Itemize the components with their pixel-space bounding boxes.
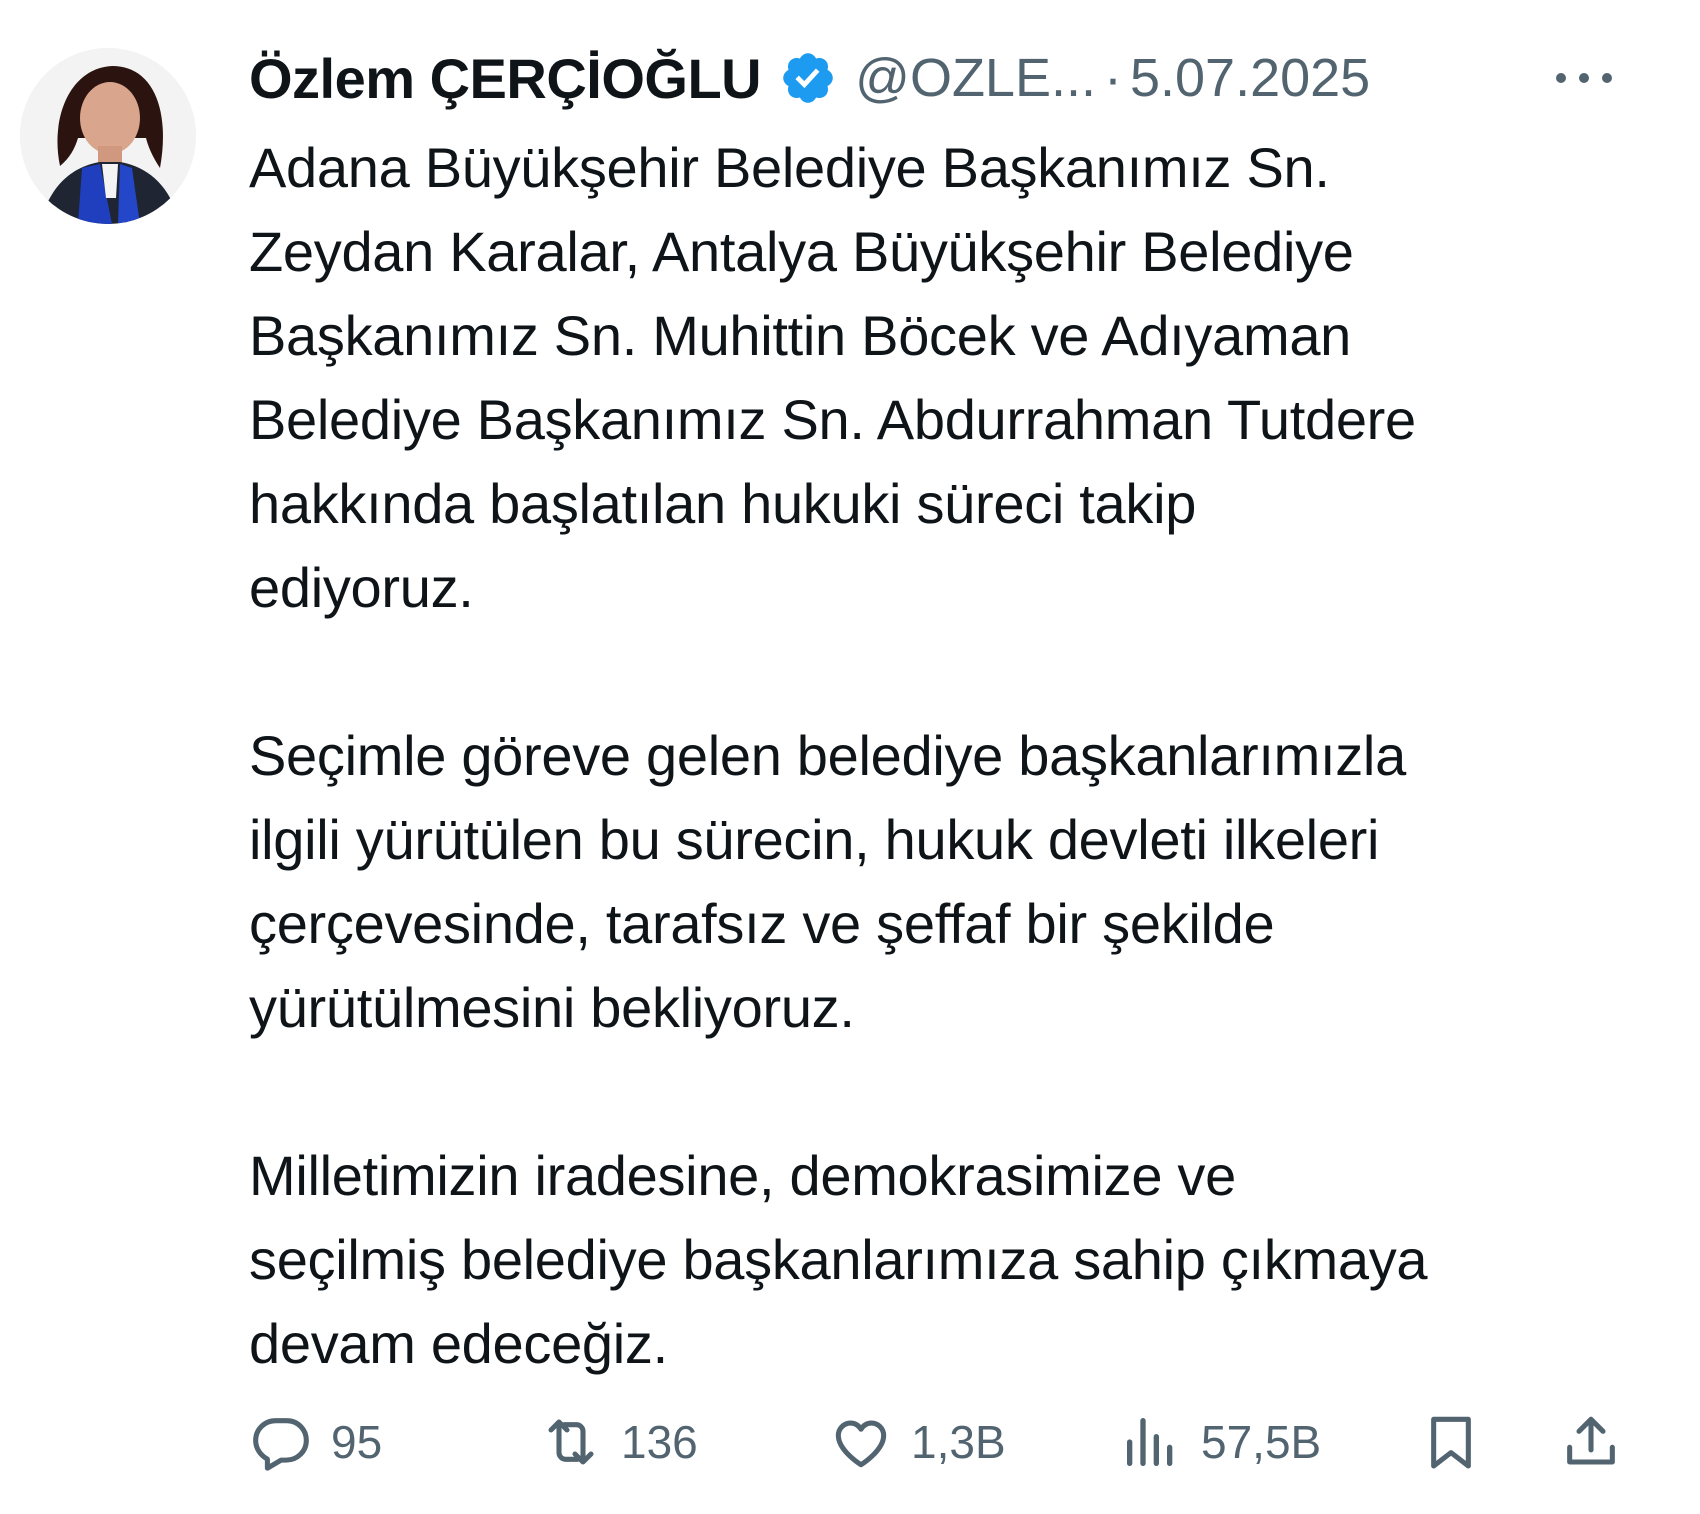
heart-icon	[829, 1410, 893, 1474]
reply-count: 95	[331, 1416, 383, 1468]
bookmark-icon	[1419, 1410, 1483, 1474]
tweet-date[interactable]: 5.07.2025	[1130, 47, 1370, 109]
tweet-paragraph-3: Milletimizin iradesine, demokrasimize ve…	[249, 1144, 1428, 1375]
like-count: 1,3B	[911, 1416, 1006, 1468]
tweet-body: Adana Büyükşehir Belediye Başkanımız Sn.…	[249, 126, 1649, 1386]
tweet-paragraph-2: Seçimle göreve gelen belediye başkanları…	[249, 724, 1406, 1039]
tweet-paragraph-1: Adana Büyükşehir Belediye Başkanımız Sn.…	[249, 136, 1416, 619]
author-handle[interactable]: @OZLE...	[855, 47, 1096, 109]
tweet-header: Özlem ÇERÇİOĞLU @OZLE... · 5.07.2025	[249, 38, 1619, 118]
views-button[interactable]: 57,5B	[1119, 1402, 1321, 1482]
views-chart-icon	[1119, 1410, 1183, 1474]
avatar-image	[20, 48, 196, 224]
tweet-actions-bar: 95 136 1,3B 57,5B	[249, 1402, 1629, 1482]
retweet-icon	[539, 1410, 603, 1474]
avatar[interactable]	[20, 48, 196, 224]
more-options-icon[interactable]	[1549, 58, 1619, 98]
separator-dot: ·	[1104, 48, 1122, 108]
reply-icon	[249, 1410, 313, 1474]
views-count: 57,5B	[1201, 1416, 1322, 1468]
retweet-count: 136	[621, 1416, 698, 1468]
share-icon	[1559, 1410, 1623, 1474]
bookmark-button[interactable]	[1419, 1402, 1483, 1482]
author-name[interactable]: Özlem ÇERÇİOĞLU	[249, 46, 762, 111]
like-button[interactable]: 1,3B	[829, 1402, 1006, 1482]
reply-button[interactable]: 95	[249, 1402, 382, 1482]
share-button[interactable]	[1559, 1402, 1623, 1482]
verified-badge-icon[interactable]	[779, 49, 837, 107]
retweet-button[interactable]: 136	[539, 1402, 698, 1482]
